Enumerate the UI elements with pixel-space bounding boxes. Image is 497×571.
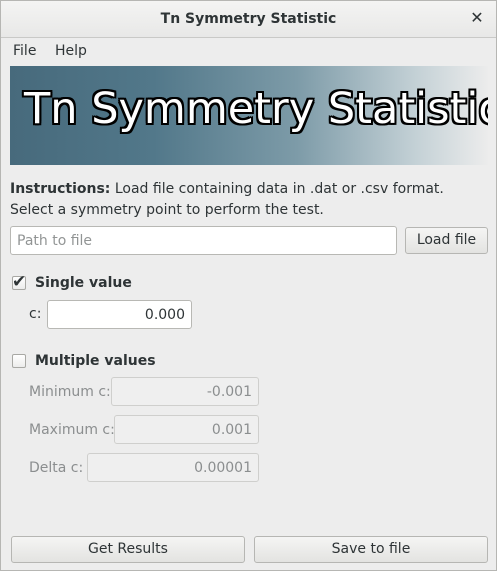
delta-c-label: Delta c: xyxy=(29,460,84,476)
instructions-text: Instructions: Load file containing data … xyxy=(10,179,480,221)
file-path-input[interactable] xyxy=(10,226,397,255)
menu-help[interactable]: Help xyxy=(55,43,87,59)
get-results-button[interactable]: Get Results xyxy=(11,536,245,563)
maximum-c-label: Maximum c: xyxy=(29,422,115,438)
banner-image: Tn Symmetry Statistic xyxy=(10,66,488,165)
banner-title: Tn Symmetry Statistic xyxy=(24,84,488,134)
multiple-values-checkbox[interactable] xyxy=(12,354,26,368)
save-to-file-button[interactable]: Save to file xyxy=(254,536,488,563)
c-label: c: xyxy=(29,306,42,322)
single-value-checkbox[interactable]: ✔ xyxy=(12,272,26,292)
app-window: Tn Symmetry Statistic ✕ File Help Tn Sym… xyxy=(0,0,497,571)
window-title: Tn Symmetry Statistic xyxy=(160,11,337,27)
single-value-label: Single value xyxy=(35,275,132,291)
menu-bar: File Help xyxy=(1,38,496,65)
minimum-c-input[interactable] xyxy=(111,377,259,406)
load-file-button[interactable]: Load file xyxy=(405,227,488,254)
multiple-values-row: Multiple values xyxy=(12,353,212,371)
menu-file[interactable]: File xyxy=(13,43,36,59)
title-bar: Tn Symmetry Statistic ✕ xyxy=(1,1,496,38)
checkmark-icon: ✔ xyxy=(12,272,27,292)
delta-c-input[interactable] xyxy=(87,453,259,482)
instructions-label: Instructions: xyxy=(10,181,111,197)
close-icon[interactable]: ✕ xyxy=(468,9,486,27)
minimum-c-label: Minimum c: xyxy=(29,384,111,400)
single-value-row: ✔ Single value xyxy=(12,272,212,293)
maximum-c-input[interactable] xyxy=(114,415,259,444)
multiple-values-label: Multiple values xyxy=(35,353,156,369)
c-input[interactable] xyxy=(47,300,192,329)
